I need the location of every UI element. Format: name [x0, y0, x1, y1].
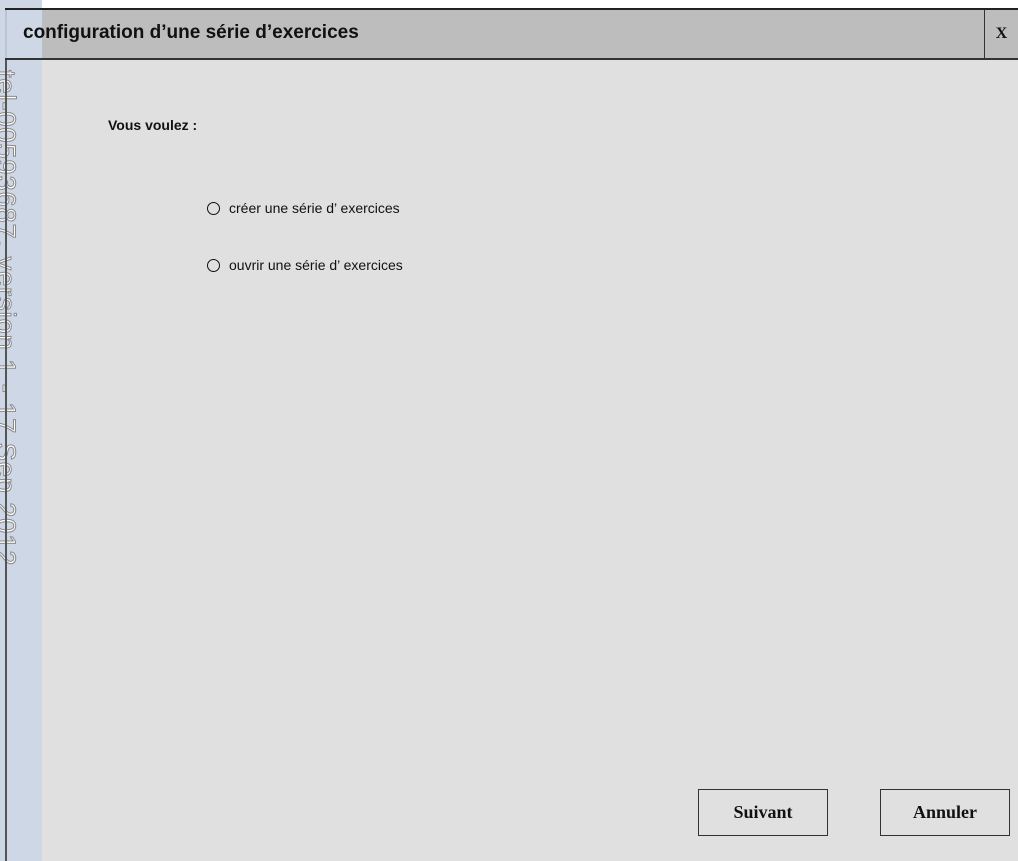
- option-open-series[interactable]: ouvrir une série d’ exercices: [207, 257, 403, 273]
- next-button[interactable]: Suivant: [698, 789, 828, 836]
- question-label: Vous voulez :: [108, 117, 198, 133]
- radio-button-icon[interactable]: [207, 201, 220, 215]
- dialog-window: configuration d’une série d’exercices X …: [5, 8, 1018, 861]
- dialog-content: Vous voulez : créer une série d’ exercic…: [42, 60, 1018, 861]
- close-button[interactable]: X: [984, 10, 1018, 58]
- option-label: créer une série d’ exercices: [229, 200, 400, 216]
- option-label: ouvrir une série d’ exercices: [229, 257, 403, 273]
- dialog-title: configuration d’une série d’exercices: [23, 22, 359, 43]
- option-create-series[interactable]: créer une série d’ exercices: [207, 200, 400, 216]
- title-bar: configuration d’une série d’exercices X: [5, 10, 1018, 60]
- radio-button-icon[interactable]: [207, 258, 220, 272]
- cancel-button[interactable]: Annuler: [880, 789, 1010, 836]
